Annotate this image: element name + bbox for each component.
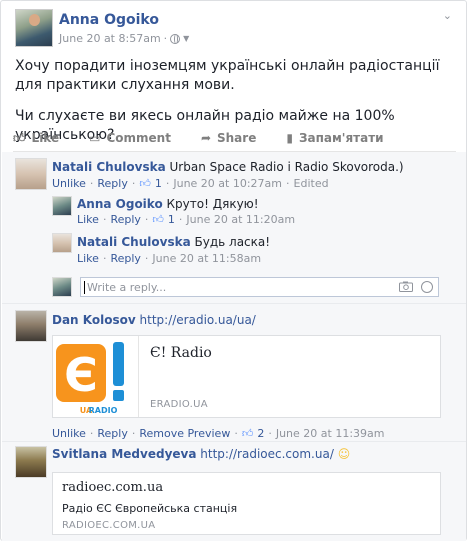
post-meta: June 20 at 8:57am · ▼: [59, 32, 190, 45]
comment-time[interactable]: June 20 at 11:20am: [186, 213, 295, 226]
reply: Natali Chulovska Будь ласка!: [77, 234, 270, 250]
comment-link[interactable]: http://radioec.com.ua/: [200, 447, 334, 461]
unlike-link[interactable]: Unlike: [52, 427, 86, 440]
unlike-link[interactable]: Unlike: [52, 177, 86, 190]
globe-icon[interactable]: [170, 33, 181, 44]
comment-text: Круто! Дякую!: [166, 197, 259, 211]
reply-placeholder: Write a reply...: [87, 281, 167, 294]
eradio-logo-image: Є UA RADIO: [56, 342, 124, 415]
comment-button[interactable]: ▭ Comment: [89, 128, 171, 148]
save-button[interactable]: ▮ Запам'ятати: [286, 128, 383, 148]
comment-author[interactable]: Natali Chulovska: [52, 160, 166, 174]
comment-author[interactable]: Dan Kolosov: [52, 313, 136, 327]
chevron-down-icon[interactable]: ⌄: [443, 9, 452, 22]
post-paragraph: Хочу порадити іноземцям українські онлай…: [15, 58, 440, 93]
comment-meta: Like · Reply · June 20 at 11:58am: [77, 252, 262, 265]
reply: Anna Ogoiko Круто! Дякую!: [77, 196, 259, 212]
like-button[interactable]: 👍︎ Like: [13, 128, 59, 148]
divider: [2, 303, 466, 304]
comment-meta: Unlike · Reply · Remove Preview · 👍︎ 2 · Jun…: [52, 427, 385, 440]
divider: [2, 441, 466, 442]
avatar[interactable]: [15, 158, 47, 190]
avatar[interactable]: [52, 233, 72, 253]
svg-text:RADIO: RADIO: [89, 406, 118, 415]
camera-icon[interactable]: [399, 281, 413, 292]
post-timestamp[interactable]: June 20 at 8:57am: [59, 32, 161, 45]
smile-emoji-icon: ☺: [337, 447, 351, 461]
like-count-icon[interactable]: 👍︎: [139, 177, 151, 190]
share-icon: ➦: [200, 131, 211, 145]
thumbs-up-icon: 👍︎: [13, 130, 26, 145]
remove-preview-link[interactable]: Remove Preview: [139, 427, 230, 440]
avatar[interactable]: [15, 9, 53, 47]
like-count[interactable]: 1: [155, 177, 162, 190]
reply-link[interactable]: Reply: [110, 213, 140, 226]
comment-author[interactable]: Svitlana Medvedyeva: [52, 447, 196, 461]
avatar[interactable]: [15, 310, 47, 342]
like-count-icon[interactable]: 👍︎: [242, 427, 254, 440]
comment-link[interactable]: http://eradio.ua/ua/: [140, 313, 256, 327]
comment: Natali Chulovska Urban Space Radio і Rad…: [52, 159, 452, 175]
like-link[interactable]: Like: [77, 213, 99, 226]
comment-time[interactable]: June 20 at 10:27am: [173, 177, 282, 190]
reply-input[interactable]: Write a reply...: [80, 277, 439, 297]
card-title: Є! Radio: [150, 345, 212, 361]
emoji-icon[interactable]: [421, 281, 433, 293]
avatar[interactable]: [15, 446, 47, 478]
bookmark-icon: ▮: [286, 131, 293, 145]
avatar: [52, 277, 72, 297]
reply-link[interactable]: Reply: [97, 177, 127, 190]
comments-section: Natali Chulovska Urban Space Radio і Rad…: [2, 152, 466, 541]
avatar[interactable]: [52, 196, 72, 216]
svg-text:Є: Є: [64, 348, 98, 402]
comment-text: Urban Space Radio і Radio Skovoroda.): [169, 160, 404, 174]
comment-time[interactable]: June 20 at 11:39am: [276, 427, 385, 440]
link-preview-card[interactable]: radioec.com.ua Радіо ЄС Європейська стан…: [52, 472, 441, 535]
comment-author[interactable]: Natali Chulovska: [77, 235, 191, 249]
post-card: Anna Ogoiko June 20 at 8:57am · ▼ ⌄ Хочу…: [0, 0, 467, 541]
comment-text: Будь ласка!: [194, 235, 271, 249]
caret-down-icon[interactable]: ▼: [183, 34, 189, 43]
action-bar: 👍︎ Like ▭ Comment ➦ Share ▮ Запам'ятати: [13, 128, 456, 148]
edited-label[interactable]: Edited: [294, 177, 329, 190]
comment-meta: Like · Reply · 👍︎ 1 · June 20 at 11:20am: [77, 213, 296, 226]
comment-time[interactable]: June 20 at 11:58am: [152, 252, 261, 265]
card-domain: RADIOEC.COM.UA: [62, 520, 156, 531]
card-description: Радіо ЄС Європейська станція: [62, 502, 238, 515]
comment-icon: ▭: [89, 131, 101, 145]
like-link[interactable]: Like: [77, 252, 99, 265]
like-count-icon[interactable]: 👍︎: [152, 213, 164, 226]
comment: Dan Kolosov http://eradio.ua/ua/: [52, 312, 256, 328]
post-author[interactable]: Anna Ogoiko: [59, 12, 159, 28]
eradio-logo: Є UA RADIO: [53, 336, 139, 417]
like-count[interactable]: 2: [257, 427, 264, 440]
card-title: radioec.com.ua: [62, 480, 164, 495]
share-button[interactable]: ➦ Share: [201, 128, 256, 148]
reply-link[interactable]: Reply: [110, 252, 140, 265]
card-domain: ERADIO.UA: [150, 399, 208, 410]
link-preview-card[interactable]: Є UA RADIO Є! Radio ERADIO.UA: [52, 335, 441, 418]
comment: Svitlana Medvedyeva http://radioec.com.u…: [52, 446, 350, 462]
comment-meta: Unlike · Reply · 👍︎ 1 · June 20 at 10:27am ·…: [52, 177, 329, 190]
reply-link[interactable]: Reply: [97, 427, 127, 440]
comment-author[interactable]: Anna Ogoiko: [77, 197, 163, 211]
like-count[interactable]: 1: [168, 213, 175, 226]
